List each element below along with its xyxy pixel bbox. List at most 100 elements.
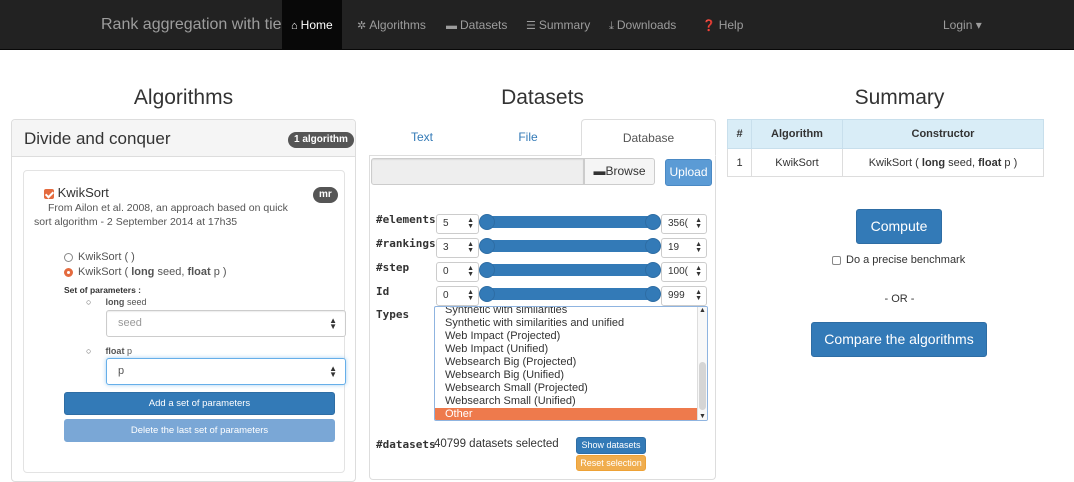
constructor-option-empty[interactable]: KwikSort ( ) (64, 251, 135, 263)
step-min-input[interactable]: 0 ▲ ▼ (436, 262, 479, 282)
type-option[interactable]: Websearch Small (Unified) (435, 395, 707, 408)
algorithms-panel: Divide and conquer 1 algorithm KwikSort … (11, 119, 356, 482)
elements-min-handle[interactable] (479, 214, 495, 230)
tab-database[interactable]: Database (581, 119, 716, 156)
login-dropdown[interactable]: Login ▾ (943, 0, 982, 50)
param-p-label: ○ float p (86, 346, 132, 356)
type-option[interactable]: Websearch Big (Projected) (435, 356, 707, 369)
spinner-icon[interactable]: ▲ ▼ (329, 316, 337, 330)
step-min-handle[interactable] (479, 262, 495, 278)
bullet-icon: ○ (86, 297, 92, 307)
nav-help[interactable]: ❓ Help (702, 0, 743, 50)
step-range-slider[interactable] (487, 264, 653, 276)
algorithm-description-line1: From Ailon et al. 2008, an approach base… (48, 202, 288, 214)
spinner-icon[interactable]: ▲ ▼ (695, 289, 702, 302)
seed-input[interactable]: seed ▲ ▼ (106, 310, 346, 337)
elements-range-slider[interactable] (487, 216, 653, 228)
nav-downloads[interactable]: ⤓ Downloads (609, 0, 676, 50)
listbox-scrollbar[interactable]: ▲ ▼ (697, 307, 707, 420)
rankings-min-input[interactable]: 3 ▲ ▼ (436, 238, 479, 258)
spinner-icon[interactable]: ▲ ▼ (329, 364, 337, 378)
compare-algorithms-button[interactable]: Compare the algorithms (811, 322, 987, 357)
algorithm-count-badge: 1 algorithm (288, 132, 354, 148)
types-list: Synthetic with similarities Synthetic wi… (435, 307, 707, 420)
id-range-slider[interactable] (487, 288, 653, 300)
or-separator: - OR - (884, 293, 915, 305)
nav-datasets[interactable]: ▬ Datasets (446, 0, 507, 50)
nav-summary[interactable]: ☰ Summary (526, 0, 590, 50)
type-option-selected[interactable]: Other (435, 408, 697, 420)
reset-selection-button[interactable]: Reset selection (576, 455, 646, 471)
file-path-input[interactable] (371, 158, 584, 185)
checkbox-checked-icon (44, 188, 54, 199)
types-listbox[interactable]: Synthetic with similarities Synthetic wi… (434, 306, 708, 421)
panel-header: Divide and conquer 1 algorithm (12, 120, 355, 157)
precise-benchmark-checkbox[interactable]: Do a precise benchmark (832, 254, 965, 266)
spinner-icon[interactable]: ▲ ▼ (467, 241, 474, 254)
algorithm-name: KwikSort (57, 185, 109, 200)
scroll-down-icon[interactable]: ▼ (699, 413, 706, 420)
list-icon: ☰ (526, 20, 536, 32)
browse-button[interactable]: ▬Browse (584, 158, 655, 185)
type-option[interactable]: Websearch Small (Projected) (435, 382, 707, 395)
p-value: p (118, 365, 125, 377)
p-input[interactable]: p ▲ ▼ (106, 358, 346, 385)
upload-button[interactable]: Upload (665, 159, 712, 186)
scrollbar-thumb[interactable] (699, 362, 706, 410)
algorithm-badge: mr (313, 187, 338, 203)
gear-icon: ✲ (357, 20, 367, 32)
elements-max-handle[interactable] (645, 214, 661, 230)
elements-max-input[interactable]: 356(▲ ▼ (661, 214, 707, 234)
delete-parameters-button[interactable]: Delete the last set of parameters (64, 419, 335, 442)
algorithm-card: KwikSort mr From Ailon et al. 2008, an a… (23, 170, 346, 473)
datasets-count-label: #datasets (376, 438, 436, 451)
step-max-handle[interactable] (645, 262, 661, 278)
show-datasets-button[interactable]: Show datasets (576, 437, 646, 454)
bullet-icon: ○ (86, 346, 92, 356)
spinner-icon[interactable]: ▲ ▼ (467, 289, 474, 302)
nav-algorithms[interactable]: ✲ Algorithms (357, 0, 426, 50)
algorithm-description-line2: sort algorithm - 2 September 2014 at 17h… (34, 216, 238, 228)
datasets-heading: Datasets (501, 86, 584, 109)
id-max-handle[interactable] (645, 286, 661, 302)
constructor-option-seed-p[interactable]: KwikSort ( long seed, float p ) (64, 266, 227, 278)
spinner-icon[interactable]: ▲ ▼ (695, 265, 702, 278)
folder-icon: ▬ (593, 164, 606, 178)
row-constructor: KwikSort ( long seed, float p ) (842, 148, 1044, 177)
home-icon: ⌂ (291, 20, 298, 32)
column-constructor: Constructor (842, 119, 1044, 149)
tab-file[interactable]: File (475, 119, 581, 156)
rankings-min-handle[interactable] (479, 238, 495, 254)
step-max-input[interactable]: 100(▲ ▼ (661, 262, 707, 282)
algorithms-heading: Algorithms (133, 86, 234, 109)
spinner-icon[interactable]: ▲ ▼ (695, 241, 702, 254)
type-option[interactable]: Web Impact (Projected) (435, 330, 707, 343)
type-option[interactable]: Websearch Big (Unified) (435, 369, 707, 382)
type-option[interactable]: Synthetic with similarities (435, 307, 707, 317)
add-parameters-button[interactable]: Add a set of parameters (64, 392, 335, 415)
algorithm-checkbox[interactable]: KwikSort (44, 185, 109, 200)
spinner-icon[interactable]: ▲ ▼ (467, 265, 474, 278)
id-min-handle[interactable] (479, 286, 495, 302)
nav-home[interactable]: ⌂ Home (282, 0, 342, 50)
row-number: 1 (727, 148, 752, 177)
spinner-icon[interactable]: ▲ ▼ (467, 217, 474, 230)
scroll-up-icon[interactable]: ▲ (699, 307, 706, 314)
brand-title[interactable]: Rank aggregation with ties (101, 16, 290, 34)
elements-min-input[interactable]: 5 ▲ ▼ (436, 214, 479, 234)
id-min-input[interactable]: 0 ▲ ▼ (436, 286, 479, 306)
type-option[interactable]: Synthetic with similarities and unified (435, 317, 707, 330)
id-label: Id (376, 285, 390, 298)
tab-text[interactable]: Text (369, 119, 475, 156)
compute-button[interactable]: Compute (856, 209, 942, 244)
spinner-icon[interactable]: ▲ ▼ (695, 217, 702, 230)
column-algorithm: Algorithm (751, 119, 843, 149)
seed-placeholder: seed (118, 317, 142, 329)
radio-icon (64, 252, 73, 262)
param-seed-label: ○ long seed (86, 297, 147, 307)
rankings-range-slider[interactable] (487, 240, 653, 252)
id-max-input[interactable]: 999 ▲ ▼ (661, 286, 707, 306)
rankings-max-input[interactable]: 19 ▲ ▼ (661, 238, 707, 258)
rankings-max-handle[interactable] (645, 238, 661, 254)
type-option[interactable]: Web Impact (Unified) (435, 343, 707, 356)
